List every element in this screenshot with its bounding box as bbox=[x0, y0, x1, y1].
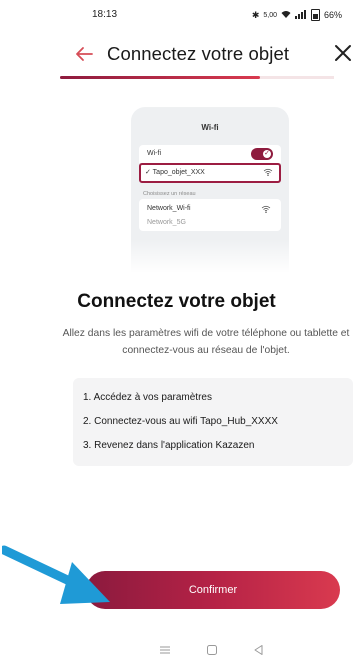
network-label: Network_5G bbox=[147, 219, 186, 226]
menu-icon[interactable] bbox=[158, 644, 172, 656]
steps-box: 1. Accédez à vos paramètres 2. Connectez… bbox=[73, 378, 353, 466]
status-time: 18:13 bbox=[92, 9, 118, 20]
confirm-button[interactable]: Confirmer bbox=[86, 571, 340, 609]
network-speed: 5,00 bbox=[263, 11, 277, 19]
annotation-arrow-icon bbox=[2, 545, 110, 604]
main-description: Allez dans les paramètres wifi de votre … bbox=[62, 328, 350, 356]
page-title: Connectez votre objet bbox=[107, 43, 290, 64]
wifi-icon bbox=[263, 168, 273, 176]
device-network-label: ✓ Tapo_objet_XXX bbox=[145, 169, 205, 176]
wifi-label: Wi-fi bbox=[147, 150, 161, 157]
fade-overlay bbox=[61, 81, 351, 109]
close-button[interactable] bbox=[332, 42, 353, 66]
network-label: Network_Wi-fi bbox=[147, 205, 191, 212]
wifi-toggle: ✓ bbox=[251, 148, 273, 160]
close-icon bbox=[335, 45, 351, 61]
step-item: 2. Connectez-vous au wifi Tapo_Hub_XXXX bbox=[83, 416, 278, 427]
bluetooth-icon: ✱ bbox=[251, 9, 260, 20]
signal-icon bbox=[294, 9, 307, 21]
status-icons: ✱ 5,00 66% bbox=[252, 9, 342, 21]
device-network-row: ✓ Tapo_objet_XXX bbox=[139, 163, 281, 183]
step-item: 1. Accédez à vos paramètres bbox=[83, 392, 212, 403]
back-nav-icon[interactable] bbox=[252, 644, 266, 656]
battery-icon bbox=[310, 9, 320, 21]
fade-overlay bbox=[61, 239, 351, 273]
progress-fill bbox=[60, 76, 261, 79]
wifi-icon bbox=[261, 205, 271, 213]
check-icon: ✓ bbox=[263, 150, 271, 158]
wifi-status-icon bbox=[281, 10, 291, 21]
system-nav-bar bbox=[0, 640, 353, 665]
wifi-toggle-row: Wi-fi ✓ bbox=[139, 145, 281, 163]
step-item: 3. Revenez dans l'application Kazazen bbox=[83, 440, 255, 451]
main-heading: Connectez votre objet bbox=[77, 291, 276, 312]
header: Connectez votre objet bbox=[0, 40, 353, 76]
phone-screen-title: Wi-fi bbox=[201, 123, 219, 132]
wifi-illustration: Wi-fi Wi-fi ✓ ✓ Tapo_objet_XXX Choisisse… bbox=[61, 81, 351, 273]
progress-bar bbox=[60, 76, 334, 79]
home-icon[interactable] bbox=[205, 644, 219, 656]
battery-level: 66% bbox=[323, 10, 342, 20]
choose-network-label: Choisissez un réseau bbox=[143, 191, 196, 197]
status-bar: 18:13 ✱ 5,00 66% bbox=[0, 0, 353, 32]
network-list: Network_Wi-fi Network_5G bbox=[139, 199, 281, 231]
arrow-left-icon bbox=[76, 47, 93, 61]
back-button[interactable] bbox=[72, 42, 96, 66]
